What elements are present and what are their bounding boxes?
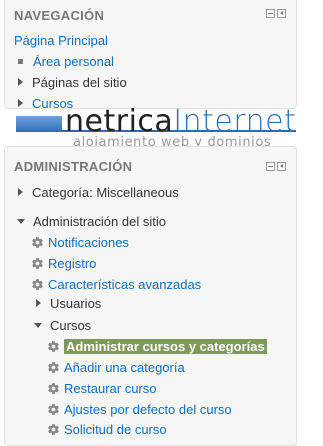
gear-icon [48,361,59,373]
course-item-label[interactable]: Solicitud de curso [64,422,167,437]
nav-home-link[interactable]: Página Principal [14,33,108,48]
nav-item-area-personal[interactable]: Área personal [17,52,114,70]
administration-block-controls [266,162,286,171]
admin-category-row[interactable]: Categoría: Miscellaneous [18,183,179,201]
navigation-block: NAVEGACIÓN Página Principal Área persona… [4,0,297,111]
dock-block-icon[interactable] [277,9,286,18]
navigation-title: NAVEGACIÓN [14,8,105,23]
gear-icon [48,340,59,352]
course-item-ajustes-defecto[interactable]: Ajustes por defecto del curso [47,400,232,418]
course-item-label[interactable]: Restaurar curso [64,381,156,396]
course-item-label[interactable]: Añadir una categoría [64,360,185,375]
nav-home-row: Página Principal [14,31,108,49]
nav-item-paginas-del-sitio[interactable]: Páginas del sitio [18,73,127,91]
bullet-icon [18,58,23,64]
triangle-right-icon[interactable] [18,99,23,107]
course-item-administrar[interactable]: Administrar cursos y categorías [47,337,267,355]
gear-icon [48,382,59,394]
nav-item-label: Páginas del sitio [32,74,127,90]
admin-category-label: Categoría: Miscellaneous [32,184,179,200]
gear-icon [48,423,59,435]
administration-block: ADMINISTRACIÓN Categoría: Miscellaneous … [4,146,297,446]
course-item-label[interactable]: Ajustes por defecto del curso [64,402,232,417]
logo-name: netricaInternet [65,107,296,137]
navigation-block-controls [266,9,286,18]
logo-name-part1: netrica [65,104,174,139]
course-item-label-active[interactable]: Administrar cursos y categorías [64,338,267,354]
administration-title: ADMINISTRACIÓN [14,159,133,174]
site-item-label[interactable]: Registro [48,256,96,271]
hide-block-icon[interactable] [266,162,275,171]
gear-icon [32,236,43,248]
nav-item-label[interactable]: Área personal [33,54,114,69]
admin-usuarios-label: Usuarios [50,295,102,311]
site-item-notificaciones[interactable]: Notificaciones [31,233,129,251]
triangle-down-icon[interactable] [34,322,42,328]
site-item-caracteristicas[interactable]: Características avanzadas [31,275,201,293]
admin-site-label: Administración del sitio [33,213,166,229]
admin-cursos-row[interactable]: Cursos [34,316,91,334]
gear-icon [32,278,43,290]
gear-icon [48,403,59,415]
admin-usuarios-row[interactable]: Usuarios [36,294,101,312]
admin-cursos-label: Cursos [50,317,92,333]
triangle-right-icon[interactable] [36,299,41,307]
site-item-registro[interactable]: Registro [31,254,96,272]
admin-site-row[interactable]: Administración del sitio [17,212,166,230]
triangle-right-icon[interactable] [18,78,23,86]
triangle-down-icon[interactable] [17,218,25,224]
hide-block-icon[interactable] [266,9,275,18]
course-item-restaurar[interactable]: Restaurar curso [47,379,156,397]
logo-name-part2: Internet [173,104,297,139]
gear-icon [32,257,43,269]
course-item-solicitud[interactable]: Solicitud de curso [47,420,167,438]
triangle-right-icon[interactable] [18,188,23,196]
logo-square [16,116,62,132]
site-item-label[interactable]: Notificaciones [48,235,129,250]
course-item-anadir-categoria[interactable]: Añadir una categoría [47,358,185,376]
site-item-label[interactable]: Características avanzadas [48,277,201,292]
dock-block-icon[interactable] [277,162,286,171]
